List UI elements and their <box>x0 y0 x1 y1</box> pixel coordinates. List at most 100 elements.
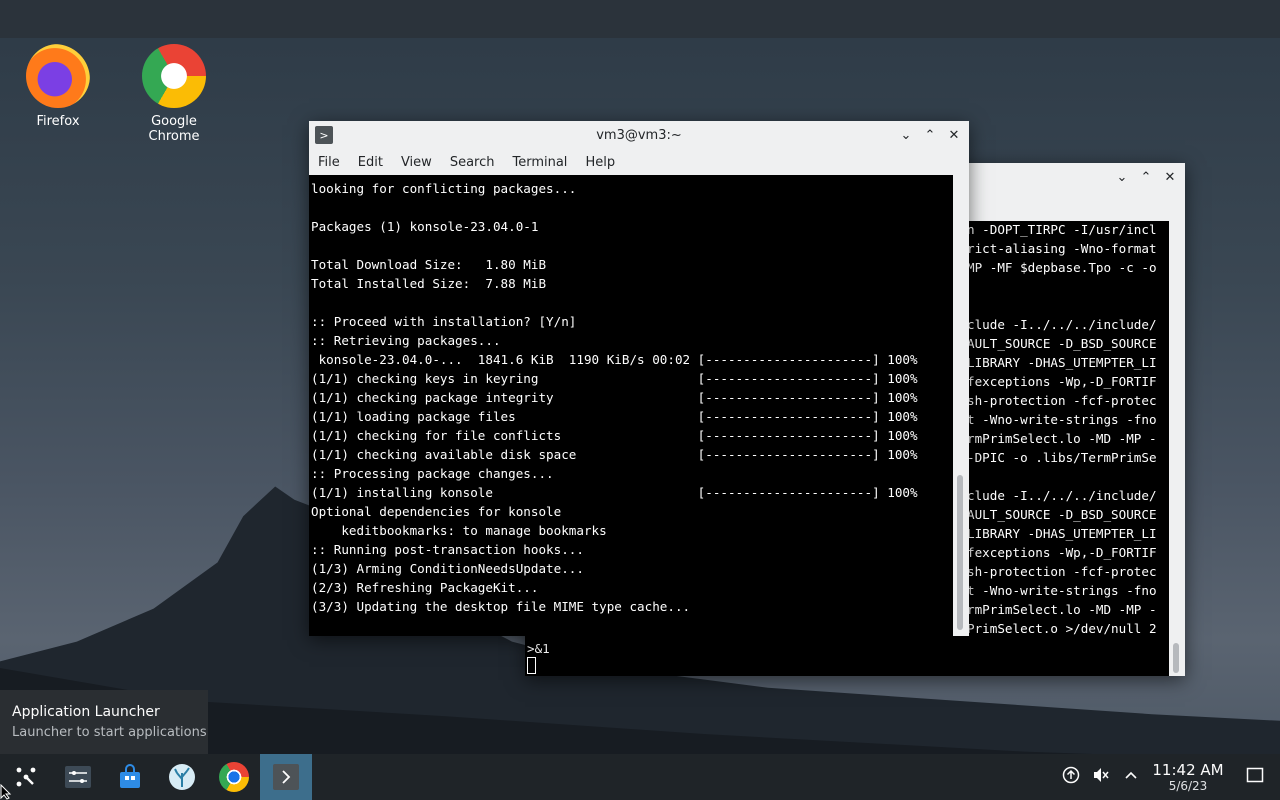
coral-icon <box>169 764 195 790</box>
terminal-line: :: Processing package changes... <box>311 466 554 481</box>
desktop-icon-google-chrome[interactable]: Google Chrome <box>124 44 224 144</box>
terminal-line: Packages (1) konsole-23.04.0-1 <box>311 219 539 234</box>
terminal-cursor <box>527 657 536 674</box>
terminal-line: MP -MF $depbase.Tpo -c -o <box>967 260 1157 275</box>
terminal-line: t -Wno-write-strings -fno <box>967 583 1157 598</box>
terminal-line: rict-aliasing -Wno-format <box>967 241 1157 256</box>
maximize-icon[interactable]: ⌃ <box>921 126 939 144</box>
minimize-icon[interactable]: ⌄ <box>1113 168 1131 186</box>
back-terminal-tail: >&1 <box>527 641 550 656</box>
terminal-line: clude -I../../../include/ <box>967 317 1157 332</box>
terminal-line: n -DOPT_TIRPC -I/usr/incl <box>967 222 1157 237</box>
terminal-line: AULT_SOURCE -D_BSD_SOURCE <box>967 507 1157 522</box>
terminal-line: Total Installed Size: 7.88 MiB <box>311 276 547 291</box>
terminal-line: rmPrimSelect.lo -MD -MP - <box>967 431 1157 446</box>
menu-terminal[interactable]: Terminal <box>503 155 576 170</box>
terminal-line: rmPrimSelect.lo -MD -MP - <box>967 602 1157 617</box>
terminal-line: -DPIC -o .libs/TermPrimSe <box>967 450 1157 465</box>
volume-muted-icon[interactable] <box>1086 766 1116 788</box>
desktop-icon-label: Google Chrome <box>148 114 200 144</box>
firefox-icon <box>26 44 90 108</box>
terminal-line: (1/1) checking available disk space [---… <box>311 447 918 462</box>
terminal-line: fexceptions -Wp,-D_FORTIF <box>967 545 1157 560</box>
clock-date: 5/6/23 <box>1168 778 1208 793</box>
chrome-icon <box>219 762 249 792</box>
terminal-line: fexceptions -Wp,-D_FORTIF <box>967 374 1157 389</box>
tooltip-title: Application Launcher <box>12 704 160 720</box>
terminal-line: :: Running post-transaction hooks... <box>311 542 584 557</box>
update-notifier-icon[interactable] <box>1056 766 1086 788</box>
menu-help[interactable]: Help <box>576 155 624 170</box>
terminal-line: Optional dependencies for konsole <box>311 504 562 519</box>
taskbar-terminal[interactable] <box>260 754 312 800</box>
terminal-line: :: Proceed with installation? [Y/n] <box>311 314 577 329</box>
terminal-line: (1/1) checking package integrity [------… <box>311 390 918 405</box>
front-terminal-window[interactable]: > vm3@vm3:~ ⌄ ⌃ ✕ File Edit View Search … <box>309 121 969 636</box>
terminal-line: (1/1) loading package files [-----------… <box>311 409 918 424</box>
taskbar-coral-app[interactable] <box>156 754 208 800</box>
maximize-icon[interactable]: ⌃ <box>1137 168 1155 186</box>
menu-view[interactable]: View <box>392 155 441 170</box>
chrome-icon <box>142 44 206 108</box>
mouse-cursor-icon <box>0 784 12 800</box>
terminal-line: (1/3) Arming ConditionNeedsUpdate... <box>311 561 584 576</box>
terminal-line: sh-protection -fcf-protec <box>967 393 1157 408</box>
terminal-line: (1/1) checking for file conflicts [-----… <box>311 428 918 443</box>
menu-search[interactable]: Search <box>441 155 504 170</box>
terminal-line: PrimSelect.o >/dev/null 2 <box>967 621 1157 636</box>
taskbar-panel: 11:42 AM 5/6/23 <box>0 754 1280 800</box>
terminal-line: looking for conflicting packages... <box>311 181 577 196</box>
front-scrollbar-thumb[interactable] <box>957 475 963 630</box>
system-tray: 11:42 AM 5/6/23 <box>1056 754 1280 800</box>
close-icon[interactable]: ✕ <box>945 126 963 144</box>
terminal-line: clude -I../../../include/ <box>967 488 1157 503</box>
show-desktop-icon[interactable] <box>1230 766 1280 788</box>
back-terminal-output: n -DOPT_TIRPC -I/usr/incl rict-aliasing -… <box>967 220 1167 640</box>
terminal-line: AULT_SOURCE -D_BSD_SOURCE <box>967 336 1157 351</box>
tooltip-subtitle: Launcher to start applications <box>12 725 207 740</box>
terminal-line: keditbookmarks: to manage bookmarks <box>311 523 607 538</box>
front-window-menubar: File Edit View Search Terminal Help <box>309 149 969 175</box>
top-desktop-strip <box>0 0 1280 38</box>
terminal-line: (1/1) installing konsole [--------------… <box>311 485 918 500</box>
terminal-line: sh-protection -fcf-protec <box>967 564 1157 579</box>
terminal-line: LIBRARY -DHAS_UTEMPTER_LI <box>967 355 1157 370</box>
window-title: vm3@vm3:~ <box>596 127 682 143</box>
front-scrollbar[interactable] <box>953 175 969 636</box>
terminal-line: konsole-23.04.0-... 1841.6 KiB 1190 KiB/… <box>311 352 918 367</box>
digital-clock[interactable]: 11:42 AM 5/6/23 <box>1146 760 1230 793</box>
terminal-line: Total Download Size: 1.80 MiB <box>311 257 547 272</box>
front-window-titlebar[interactable]: > vm3@vm3:~ ⌄ ⌃ ✕ <box>309 121 969 149</box>
terminal-line: LIBRARY -DHAS_UTEMPTER_LI <box>967 526 1157 541</box>
terminal-line: (3/3) Updating the desktop file MIME typ… <box>311 599 691 614</box>
back-scrollbar[interactable] <box>1169 191 1185 676</box>
menu-file[interactable]: File <box>309 155 349 170</box>
desktop-icon-firefox[interactable]: Firefox <box>8 44 108 129</box>
application-launcher-tooltip: Application Launcher Launcher to start a… <box>0 690 208 754</box>
front-terminal-output: looking for conflicting packages... Pack… <box>311 179 951 634</box>
terminal-icon <box>273 764 299 790</box>
back-scrollbar-thumb[interactable] <box>1173 643 1179 673</box>
minimize-icon[interactable]: ⌄ <box>897 126 915 144</box>
terminal-line: (2/3) Refreshing PackageKit... <box>311 580 539 595</box>
terminal-line: :: Retrieving packages... <box>311 333 501 348</box>
taskbar-google-chrome[interactable] <box>208 754 260 800</box>
taskbar-discover[interactable] <box>104 754 156 800</box>
desktop-icon-label: Firefox <box>36 114 80 129</box>
terminal-line: t -Wno-write-strings -fno <box>967 412 1157 427</box>
launcher-icon <box>16 767 36 787</box>
store-bag-icon <box>120 764 140 788</box>
clock-time: 11:42 AM <box>1152 760 1224 779</box>
tray-expand-chevron-icon[interactable] <box>1116 768 1146 786</box>
settings-icon <box>65 766 91 788</box>
terminal-line: (1/1) checking keys in keyring [--------… <box>311 371 918 386</box>
taskbar-system-settings[interactable] <box>52 754 104 800</box>
close-icon[interactable]: ✕ <box>1161 168 1179 186</box>
menu-edit[interactable]: Edit <box>349 155 392 170</box>
